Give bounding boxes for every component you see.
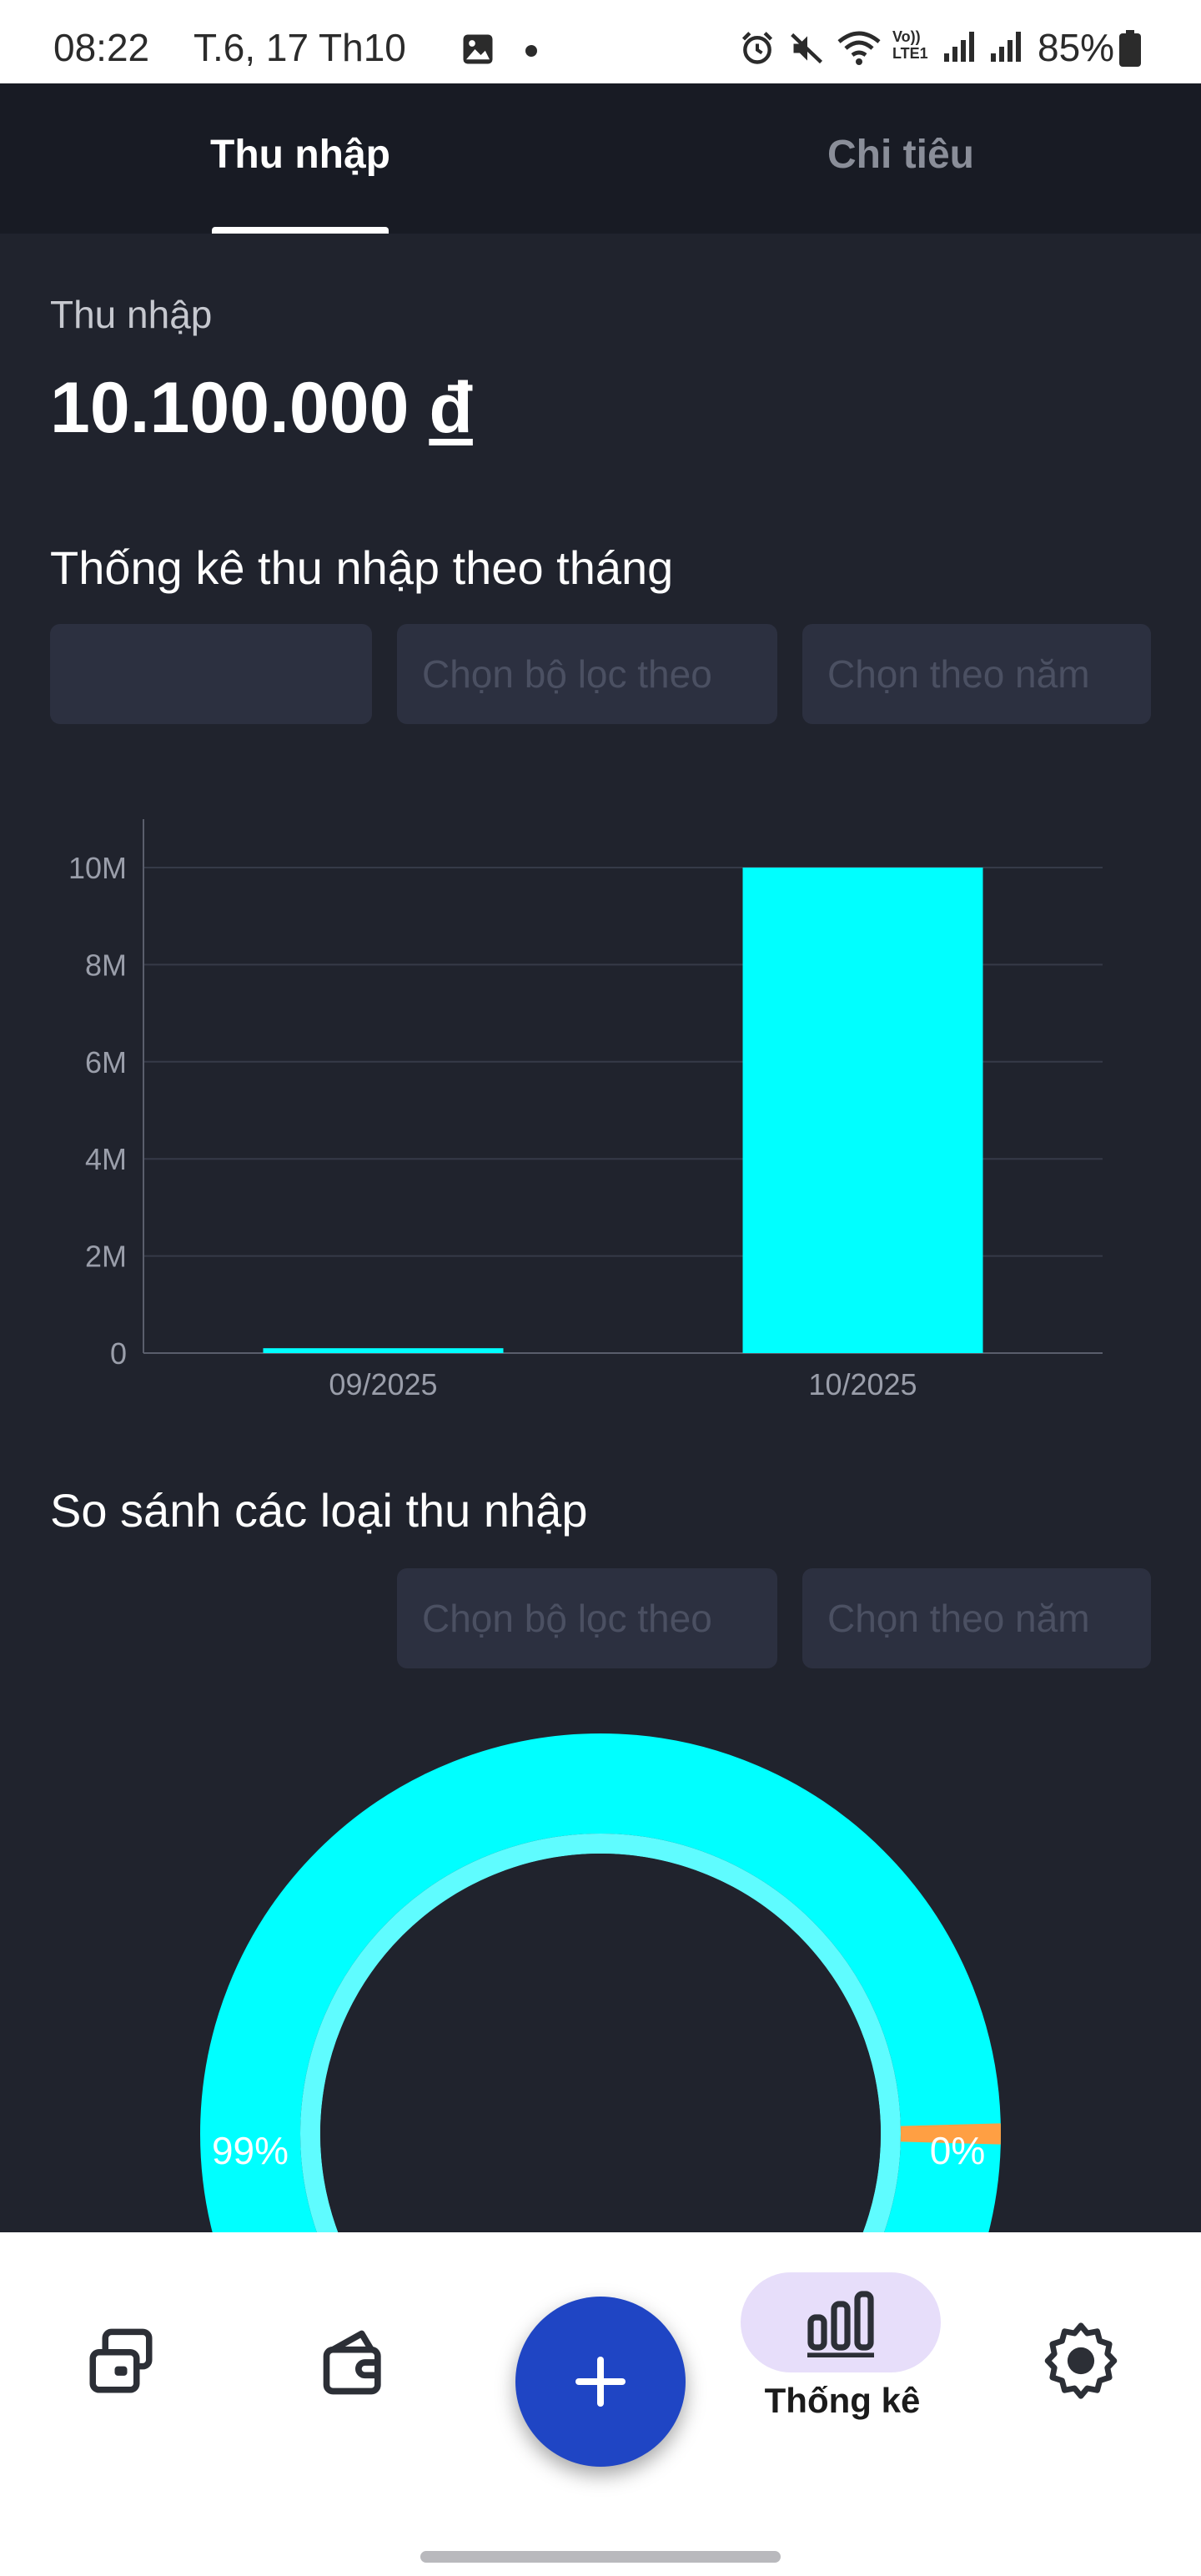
y-tick-label: 2M <box>85 1240 127 1274</box>
nav-statistics-label[interactable]: Thống kê <box>717 2381 967 2421</box>
compare-year-dropdown[interactable]: Chọn theo năm <box>802 1568 1151 1668</box>
battery-icon <box>1119 30 1141 67</box>
tab-expense[interactable]: Chi tiêu <box>600 132 1201 178</box>
lte-label: LTE1 <box>892 45 928 62</box>
nav-statistics-active-pill[interactable] <box>741 2272 941 2372</box>
volte-label: Vo)) <box>892 28 921 45</box>
signal-icon-1 <box>944 32 974 62</box>
wifi-icon <box>837 31 881 65</box>
compare-filter-dropdown[interactable]: Chọn bộ lọc theo <box>397 1568 777 1668</box>
income-type-donut-chart: 99% 0% <box>200 1733 1001 2236</box>
y-tick-label: 0 <box>110 1336 127 1371</box>
bar <box>742 868 983 1353</box>
wallet-cards-icon[interactable] <box>83 2324 158 2399</box>
y-tick-label: 8M <box>85 948 127 982</box>
y-tick-label: 6M <box>85 1045 127 1079</box>
image-icon <box>463 34 493 64</box>
monthly-filter-dropdown[interactable]: Chọn bộ lọc theo <box>397 624 777 724</box>
x-tick-label: 10/2025 <box>808 1367 917 1401</box>
status-date: T.6, 17 Th10 <box>193 26 406 69</box>
x-tick-label: 09/2025 <box>329 1367 437 1401</box>
alarm-icon <box>741 32 773 64</box>
tab-bar: Thu nhập Chi tiêu <box>0 83 1201 234</box>
active-tab-indicator <box>212 227 389 234</box>
tab-income[interactable]: Thu nhập <box>0 132 600 178</box>
bottom-navigation: Thống kê <box>0 2232 1201 2576</box>
signal-icon-2 <box>991 32 1021 62</box>
y-tick-label: 10M <box>68 851 127 885</box>
income-amount: 10.100.000 <box>50 368 410 448</box>
add-icon-v <box>597 2357 604 2407</box>
category-filter-dropdown[interactable] <box>50 624 372 724</box>
home-indicator <box>420 2551 781 2563</box>
monthly-year-dropdown[interactable]: Chọn theo năm <box>802 624 1151 724</box>
status-icons: Vo)) LTE1 85% <box>734 22 1168 69</box>
bar-chart-icon <box>807 2291 874 2357</box>
monthly-income-bar-chart: 0 2M 4M 6M 8M 10M 09/2025 10/2025 <box>68 819 1103 1401</box>
mute-icon <box>791 33 823 64</box>
slice-label: 0% <box>930 2129 985 2172</box>
compare-income-title: So sánh các loại thu nhập <box>50 1484 588 1537</box>
income-total: 10.100.000 đ <box>50 367 473 450</box>
notification-dot-icon <box>525 45 537 57</box>
income-label: Thu nhập <box>50 293 213 336</box>
slice-label: 99% <box>212 2129 289 2172</box>
settings-gear-icon[interactable] <box>1043 2322 1119 2399</box>
status-bar: 08:22 T.6, 17 Th10 Vo)) LTE1 85% <box>0 0 1201 83</box>
monthly-stats-title: Thống kê thu nhập theo tháng <box>50 541 674 594</box>
y-tick-label: 4M <box>85 1142 127 1176</box>
status-time: 08:22 <box>53 26 150 69</box>
bar <box>263 1348 504 1353</box>
wallet-icon[interactable] <box>317 2324 394 2401</box>
network-type-label: Vo)) LTE1 <box>892 28 928 62</box>
currency-symbol: đ <box>429 368 473 448</box>
add-transaction-button[interactable] <box>515 2297 686 2467</box>
battery-percent: 85% <box>1038 26 1115 69</box>
